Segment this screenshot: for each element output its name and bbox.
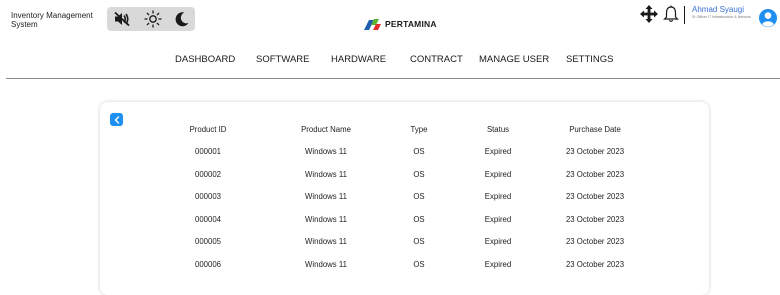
cell-status: Expired — [484, 260, 512, 269]
cell-type: OS — [413, 147, 425, 156]
sun-icon[interactable] — [144, 10, 162, 28]
app-title-line1: Inventory Management — [11, 11, 93, 20]
cell-product-name: Windows 11 — [305, 192, 347, 202]
column-header-type: Type — [410, 125, 428, 134]
cell-product-id: 000004 — [194, 214, 222, 224]
cell-product-id: 000006 — [194, 260, 222, 269]
cell-status: Expired — [484, 237, 512, 247]
nav-dashboard[interactable]: DASHBOARD — [175, 54, 235, 65]
column-header-product-id: Product ID — [189, 125, 227, 134]
nav-divider — [6, 78, 780, 79]
nav-hardware[interactable]: HARDWARE — [331, 54, 386, 65]
user-role: Sr Officer IT Infrastructure & Network — [692, 15, 751, 19]
cell-purchase-date: 23 October 2023 — [565, 169, 625, 179]
cell-status: Expired — [484, 214, 512, 224]
main-nav: DASHBOARD SOFTWARE HARDWARE CONTRACT MAN… — [0, 54, 780, 68]
column-header-purchase-date: Purchase Date — [569, 125, 621, 134]
nav-manage-user[interactable]: MANAGE USER — [479, 54, 549, 65]
cell-type: OS — [413, 260, 425, 269]
user-name[interactable]: Ahmad Syaugi — [692, 5, 744, 14]
cell-purchase-date: 23 October 2023 — [565, 192, 625, 202]
brand-logo: PERTAMINA — [362, 16, 437, 32]
nav-settings[interactable]: SETTINGS — [566, 54, 614, 65]
bell-icon[interactable] — [663, 5, 679, 23]
avatar-icon[interactable] — [758, 8, 778, 28]
back-button[interactable] — [110, 113, 123, 126]
header-divider — [684, 6, 685, 24]
cell-purchase-date: 23 October 2023 — [565, 147, 625, 156]
column-header-product-name: Product Name — [301, 125, 351, 134]
moon-icon[interactable] — [173, 11, 191, 27]
column-header-status: Status — [486, 125, 510, 134]
cell-status: Expired — [484, 192, 512, 202]
pertamina-logo-icon — [364, 19, 381, 30]
volume-mute-icon[interactable] — [113, 11, 131, 27]
cell-product-id: 000002 — [194, 169, 222, 179]
top-bar: Inventory Management System PERTAMINA Ah… — [0, 0, 780, 42]
nav-software[interactable]: SOFTWARE — [256, 54, 309, 65]
move-icon[interactable] — [640, 5, 658, 23]
cell-product-id: 000001 — [194, 147, 222, 156]
cell-status: Expired — [484, 147, 512, 156]
cell-type: OS — [413, 192, 425, 202]
cell-purchase-date: 23 October 2023 — [565, 237, 625, 247]
app-title-line2: System — [11, 20, 38, 29]
app-title: Inventory Management System — [11, 11, 101, 29]
cell-type: OS — [413, 169, 425, 179]
chevron-left-icon — [114, 115, 119, 124]
product-table-card: Product ID Product Name Type Status Purchase… — [100, 102, 709, 295]
cell-purchase-date: 23 October 2023 — [565, 214, 625, 224]
cell-status: Expired — [484, 169, 512, 179]
brand-name: PERTAMINA — [385, 19, 437, 29]
cell-product-id: 000005 — [194, 237, 222, 247]
cell-product-name: Windows 11 — [305, 260, 347, 269]
cell-purchase-date: 23 October 2023 — [565, 260, 625, 269]
cell-type: OS — [413, 237, 425, 247]
cell-type: OS — [413, 214, 425, 224]
nav-contract[interactable]: CONTRACT — [410, 54, 463, 65]
cell-product-name: Windows 11 — [305, 147, 347, 156]
cell-product-name: Windows 11 — [305, 237, 347, 247]
cell-product-name: Windows 11 — [305, 169, 347, 179]
cell-product-id: 000003 — [194, 192, 222, 202]
display-mode-toolbar — [107, 7, 195, 31]
cell-product-name: Windows 11 — [305, 214, 347, 224]
